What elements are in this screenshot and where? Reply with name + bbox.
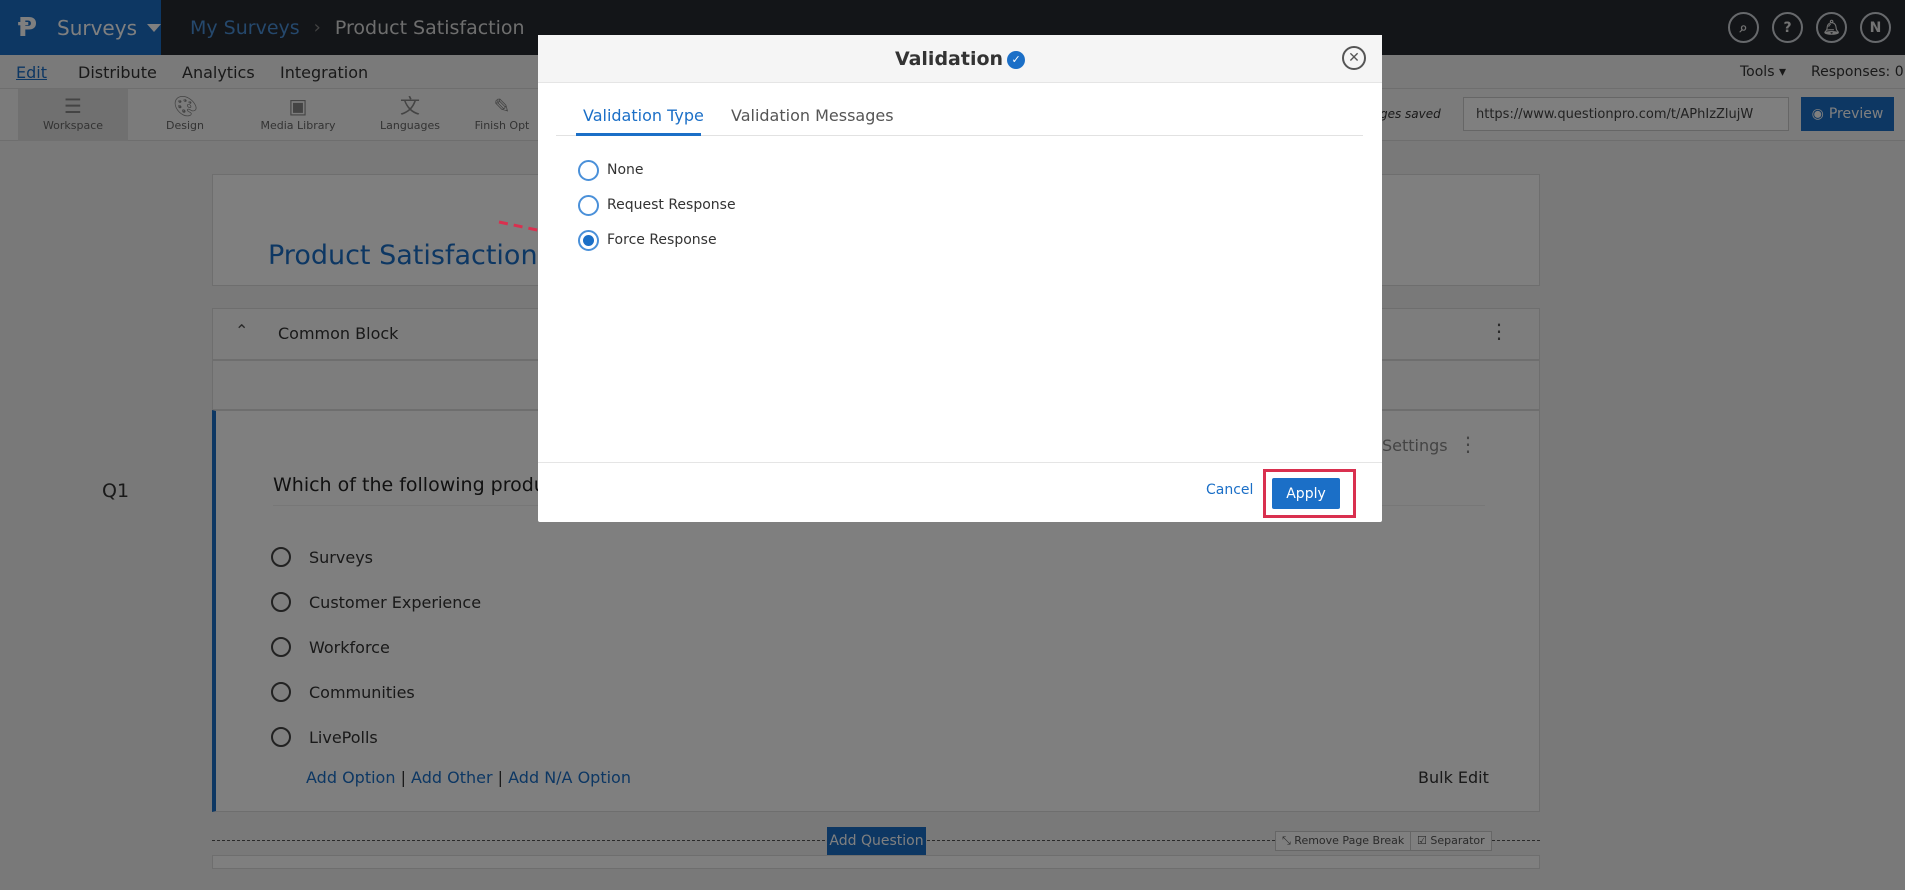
verified-badge-icon: ✓ (1007, 51, 1026, 69)
validation-modal: Validation ✓ ✕ Validation Type Validation… (538, 35, 1382, 522)
radio-icon[interactable] (578, 159, 599, 181)
option-request-response-label: Request Response (607, 197, 736, 213)
modal-title: Validation ✓ (538, 48, 1382, 70)
radio-selected-icon[interactable] (578, 229, 599, 251)
tab-validation-messages[interactable]: Validation Messages (731, 106, 894, 125)
apply-highlight-box: Apply (1263, 469, 1356, 518)
modal-tabs: Validation Type Validation Messages (556, 97, 1363, 136)
cancel-button[interactable]: Cancel (1206, 482, 1253, 498)
modal-footer: Cancel Apply (538, 462, 1382, 522)
option-request-response[interactable]: Request Response (578, 194, 736, 216)
tab-validation-type[interactable]: Validation Type (583, 106, 704, 125)
option-none[interactable]: None (578, 159, 644, 181)
modal-title-text: Validation (894, 48, 1004, 70)
active-tab-indicator (576, 133, 701, 136)
apply-button[interactable]: Apply (1272, 478, 1340, 509)
option-force-response[interactable]: Force Response (578, 229, 717, 251)
option-none-label: None (607, 162, 644, 178)
modal-header: Validation ✓ ✕ (538, 35, 1382, 83)
close-icon[interactable]: ✕ (1342, 46, 1366, 70)
radio-icon[interactable] (578, 194, 599, 216)
option-force-response-label: Force Response (607, 232, 717, 248)
